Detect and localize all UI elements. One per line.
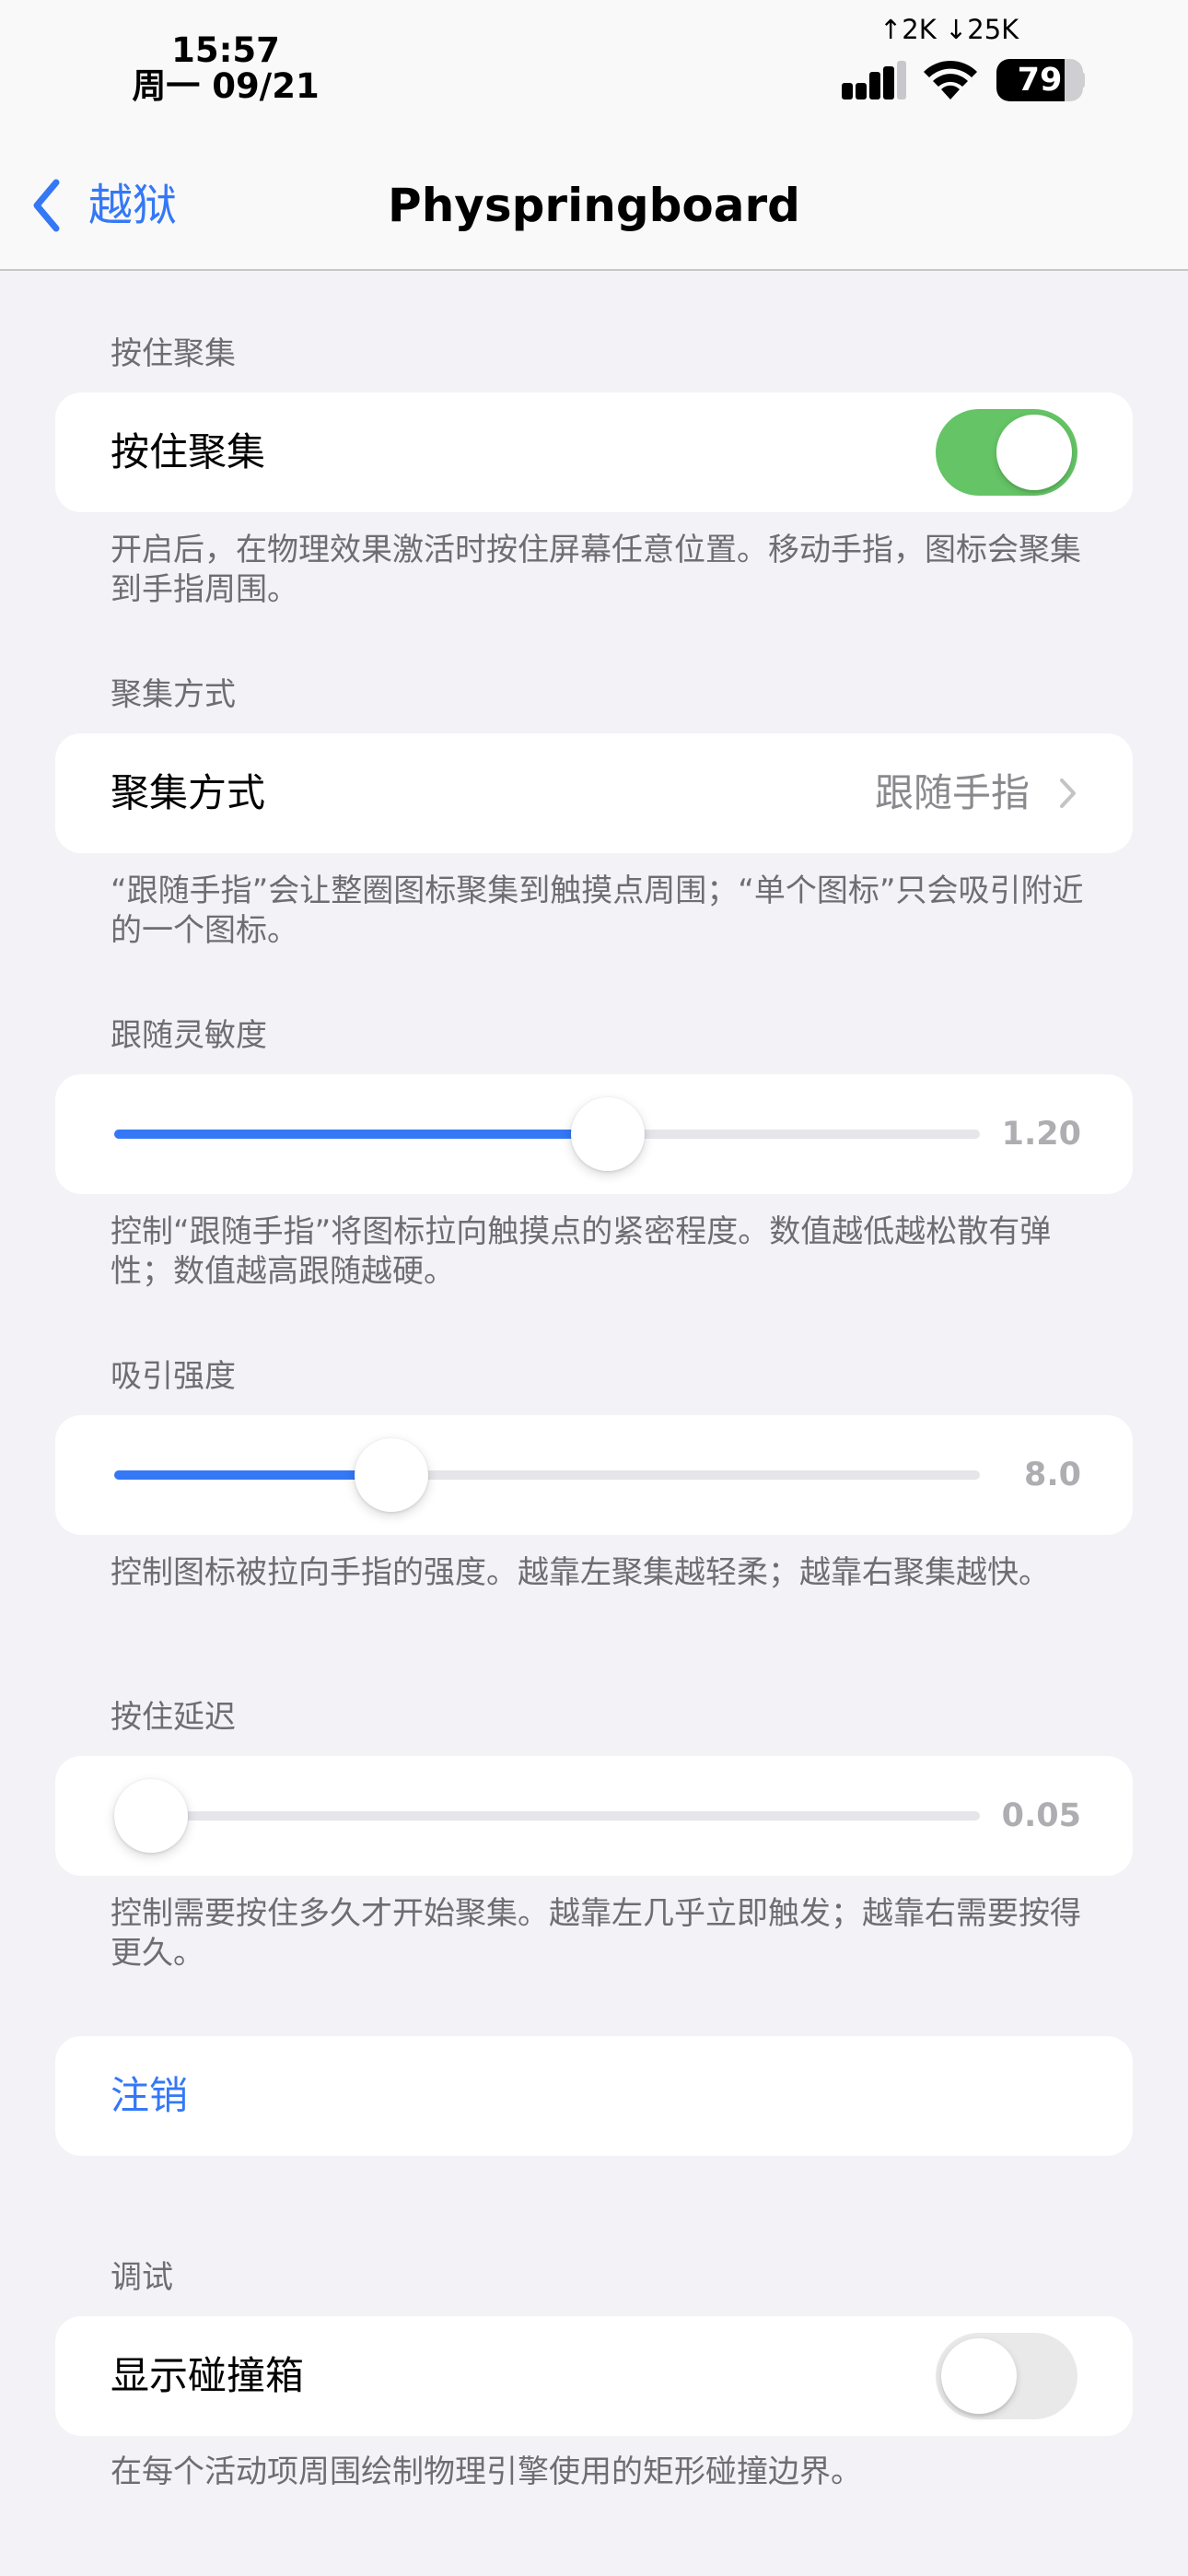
hold-gather-footer: 开启后，在物理效果激活时按住屏幕任意位置。移动手指，图标会聚集到手指周围。 xyxy=(111,532,1081,608)
section-header-hold-gather: 按住聚集 xyxy=(111,335,236,372)
slider-fill xyxy=(114,1130,608,1139)
chevron-right-icon xyxy=(1060,779,1076,808)
gather-mode-value: 跟随手指 xyxy=(874,770,1030,815)
signal-icon xyxy=(842,61,906,100)
logout-button[interactable]: 注销 xyxy=(55,2036,1133,2156)
section-header-hold-delay: 按住延迟 xyxy=(111,1699,236,1736)
back-button[interactable]: 越狱 xyxy=(31,175,177,236)
battery-icon: 79 xyxy=(996,59,1083,101)
gather-mode-label: 聚集方式 xyxy=(111,770,266,815)
slider-thumb[interactable] xyxy=(114,1779,188,1853)
status-date: 周一 09/21 xyxy=(132,66,320,106)
hold-delay-value: 0.05 xyxy=(1001,1797,1081,1834)
show-hitbox-footer: 在每个活动项周围绘制物理引擎使用的矩形碰撞边界。 xyxy=(111,2453,862,2490)
show-hitbox-toggle[interactable] xyxy=(936,2333,1077,2419)
toggle-knob xyxy=(996,415,1072,490)
section-header-gather-mode: 聚集方式 xyxy=(111,676,236,713)
back-label: 越狱 xyxy=(88,180,178,231)
hold-delay-footer: 控制需要按住多久才开始聚集。越靠左几乎立即触发；越靠右需要按得更久。 xyxy=(111,1895,1081,1972)
gather-mode-footer: “跟随手指”会让整圈图标聚集到触摸点周围；“单个图标”只会吸引附近的一个图标。 xyxy=(111,872,1084,949)
hold-delay-row: 0.05 xyxy=(55,1756,1133,1876)
toggle-knob xyxy=(941,2338,1017,2414)
status-time: 15:57 xyxy=(171,30,280,70)
hold-delay-slider[interactable] xyxy=(114,1756,980,1876)
slider-thumb[interactable] xyxy=(571,1097,645,1171)
follow-sensitivity-slider[interactable] xyxy=(114,1074,980,1194)
slider-thumb[interactable] xyxy=(355,1438,428,1512)
follow-sensitivity-value: 1.20 xyxy=(1001,1116,1081,1153)
section-header-attraction-strength: 吸引强度 xyxy=(111,1358,236,1395)
logout-label: 注销 xyxy=(111,2073,189,2118)
section-header-debug: 调试 xyxy=(111,2259,173,2296)
hold-gather-toggle[interactable] xyxy=(936,409,1077,496)
attraction-strength-footer: 控制图标被拉向手指的强度。越靠左聚集越轻柔；越靠右聚集越快。 xyxy=(111,1554,1050,1591)
follow-sensitivity-row: 1.20 xyxy=(55,1074,1133,1194)
slider-fill xyxy=(114,1470,391,1480)
attraction-strength-slider[interactable] xyxy=(114,1415,980,1535)
chevron-left-icon xyxy=(33,179,60,232)
section-header-follow-sensitivity: 跟随灵敏度 xyxy=(111,1017,267,1054)
attraction-strength-row: 8.0 xyxy=(55,1415,1133,1535)
network-speed: ↑2K ↓25K xyxy=(879,14,1019,45)
status-bar: 15:57 周一 09/21 ↑2K ↓25K 79 xyxy=(0,0,1188,147)
hold-gather-label: 按住聚集 xyxy=(111,429,266,474)
wifi-icon xyxy=(924,60,977,100)
slider-track xyxy=(114,1811,980,1821)
follow-sensitivity-footer: 控制“跟随手指”将图标拉向触摸点的紧密程度。数值越低越松散有弹性；数值越高跟随越… xyxy=(111,1213,1052,1290)
attraction-strength-value: 8.0 xyxy=(1023,1457,1081,1493)
show-hitbox-row: 显示碰撞箱 xyxy=(55,2316,1133,2436)
page-title: Physpringboard xyxy=(388,179,800,232)
gather-mode-row[interactable]: 聚集方式 跟随手指 xyxy=(55,733,1133,853)
battery-percent: 79 xyxy=(1017,62,1063,99)
battery-cap xyxy=(1079,72,1085,88)
hold-gather-row: 按住聚集 xyxy=(55,392,1133,512)
show-hitbox-label: 显示碰撞箱 xyxy=(111,2353,305,2398)
navigation-bar: Physpringboard 越狱 xyxy=(0,147,1188,271)
